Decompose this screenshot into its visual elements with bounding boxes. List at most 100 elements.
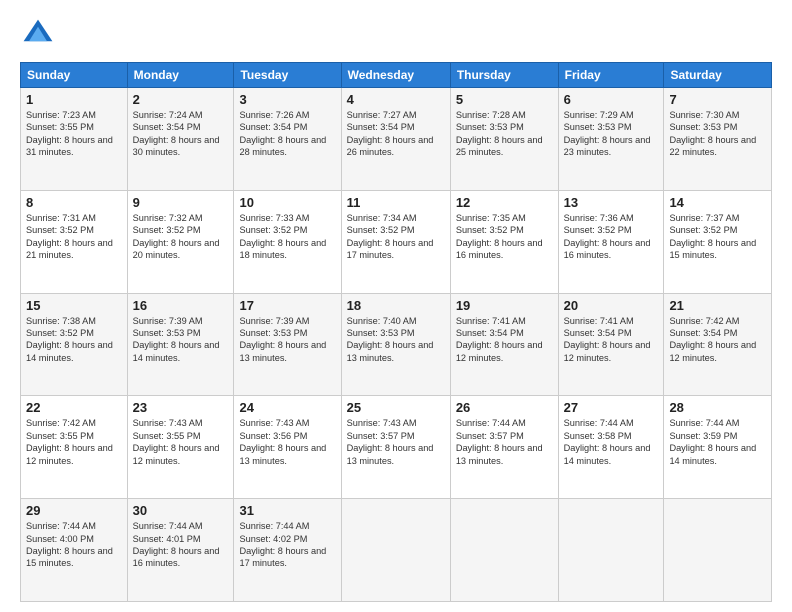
day-number: 10 bbox=[239, 195, 335, 210]
calendar-week-row: 29 Sunrise: 7:44 AM Sunset: 4:00 PM Dayl… bbox=[21, 499, 772, 602]
day-number: 20 bbox=[564, 298, 659, 313]
weekday-header: Saturday bbox=[664, 63, 772, 88]
day-info: Sunrise: 7:39 AM Sunset: 3:53 PM Dayligh… bbox=[239, 315, 335, 365]
calendar-cell: 19 Sunrise: 7:41 AM Sunset: 3:54 PM Dayl… bbox=[450, 293, 558, 396]
calendar-cell: 30 Sunrise: 7:44 AM Sunset: 4:01 PM Dayl… bbox=[127, 499, 234, 602]
day-number: 15 bbox=[26, 298, 122, 313]
day-info: Sunrise: 7:30 AM Sunset: 3:53 PM Dayligh… bbox=[669, 109, 766, 159]
weekday-header: Wednesday bbox=[341, 63, 450, 88]
calendar-cell: 26 Sunrise: 7:44 AM Sunset: 3:57 PM Dayl… bbox=[450, 396, 558, 499]
day-info: Sunrise: 7:32 AM Sunset: 3:52 PM Dayligh… bbox=[133, 212, 229, 262]
day-info: Sunrise: 7:34 AM Sunset: 3:52 PM Dayligh… bbox=[347, 212, 445, 262]
day-info: Sunrise: 7:39 AM Sunset: 3:53 PM Dayligh… bbox=[133, 315, 229, 365]
calendar-cell: 16 Sunrise: 7:39 AM Sunset: 3:53 PM Dayl… bbox=[127, 293, 234, 396]
calendar-cell bbox=[664, 499, 772, 602]
day-info: Sunrise: 7:27 AM Sunset: 3:54 PM Dayligh… bbox=[347, 109, 445, 159]
day-number: 24 bbox=[239, 400, 335, 415]
day-number: 25 bbox=[347, 400, 445, 415]
day-info: Sunrise: 7:44 AM Sunset: 3:58 PM Dayligh… bbox=[564, 417, 659, 467]
calendar-cell bbox=[450, 499, 558, 602]
calendar-cell: 3 Sunrise: 7:26 AM Sunset: 3:54 PM Dayli… bbox=[234, 88, 341, 191]
day-info: Sunrise: 7:29 AM Sunset: 3:53 PM Dayligh… bbox=[564, 109, 659, 159]
day-number: 16 bbox=[133, 298, 229, 313]
day-info: Sunrise: 7:44 AM Sunset: 4:01 PM Dayligh… bbox=[133, 520, 229, 570]
logo bbox=[20, 16, 60, 52]
calendar-cell: 12 Sunrise: 7:35 AM Sunset: 3:52 PM Dayl… bbox=[450, 190, 558, 293]
calendar-cell: 17 Sunrise: 7:39 AM Sunset: 3:53 PM Dayl… bbox=[234, 293, 341, 396]
day-info: Sunrise: 7:24 AM Sunset: 3:54 PM Dayligh… bbox=[133, 109, 229, 159]
weekday-header: Thursday bbox=[450, 63, 558, 88]
day-number: 21 bbox=[669, 298, 766, 313]
day-number: 7 bbox=[669, 92, 766, 107]
calendar-cell: 1 Sunrise: 7:23 AM Sunset: 3:55 PM Dayli… bbox=[21, 88, 128, 191]
calendar-cell: 4 Sunrise: 7:27 AM Sunset: 3:54 PM Dayli… bbox=[341, 88, 450, 191]
day-number: 1 bbox=[26, 92, 122, 107]
calendar-cell: 9 Sunrise: 7:32 AM Sunset: 3:52 PM Dayli… bbox=[127, 190, 234, 293]
logo-icon bbox=[20, 16, 56, 52]
calendar-cell: 28 Sunrise: 7:44 AM Sunset: 3:59 PM Dayl… bbox=[664, 396, 772, 499]
day-info: Sunrise: 7:23 AM Sunset: 3:55 PM Dayligh… bbox=[26, 109, 122, 159]
day-number: 6 bbox=[564, 92, 659, 107]
day-info: Sunrise: 7:43 AM Sunset: 3:56 PM Dayligh… bbox=[239, 417, 335, 467]
day-info: Sunrise: 7:42 AM Sunset: 3:54 PM Dayligh… bbox=[669, 315, 766, 365]
day-number: 18 bbox=[347, 298, 445, 313]
calendar-cell: 7 Sunrise: 7:30 AM Sunset: 3:53 PM Dayli… bbox=[664, 88, 772, 191]
calendar-cell: 13 Sunrise: 7:36 AM Sunset: 3:52 PM Dayl… bbox=[558, 190, 664, 293]
calendar-cell: 18 Sunrise: 7:40 AM Sunset: 3:53 PM Dayl… bbox=[341, 293, 450, 396]
calendar-cell: 14 Sunrise: 7:37 AM Sunset: 3:52 PM Dayl… bbox=[664, 190, 772, 293]
day-info: Sunrise: 7:44 AM Sunset: 3:57 PM Dayligh… bbox=[456, 417, 553, 467]
calendar-cell: 31 Sunrise: 7:44 AM Sunset: 4:02 PM Dayl… bbox=[234, 499, 341, 602]
day-number: 22 bbox=[26, 400, 122, 415]
day-number: 30 bbox=[133, 503, 229, 518]
day-number: 27 bbox=[564, 400, 659, 415]
calendar-cell: 25 Sunrise: 7:43 AM Sunset: 3:57 PM Dayl… bbox=[341, 396, 450, 499]
calendar-cell: 5 Sunrise: 7:28 AM Sunset: 3:53 PM Dayli… bbox=[450, 88, 558, 191]
day-number: 9 bbox=[133, 195, 229, 210]
calendar-cell: 20 Sunrise: 7:41 AM Sunset: 3:54 PM Dayl… bbox=[558, 293, 664, 396]
calendar-week-row: 8 Sunrise: 7:31 AM Sunset: 3:52 PM Dayli… bbox=[21, 190, 772, 293]
header bbox=[20, 16, 772, 52]
day-info: Sunrise: 7:44 AM Sunset: 4:00 PM Dayligh… bbox=[26, 520, 122, 570]
day-info: Sunrise: 7:36 AM Sunset: 3:52 PM Dayligh… bbox=[564, 212, 659, 262]
calendar-cell: 27 Sunrise: 7:44 AM Sunset: 3:58 PM Dayl… bbox=[558, 396, 664, 499]
day-info: Sunrise: 7:33 AM Sunset: 3:52 PM Dayligh… bbox=[239, 212, 335, 262]
calendar-cell bbox=[341, 499, 450, 602]
day-info: Sunrise: 7:37 AM Sunset: 3:52 PM Dayligh… bbox=[669, 212, 766, 262]
day-number: 2 bbox=[133, 92, 229, 107]
calendar-cell: 15 Sunrise: 7:38 AM Sunset: 3:52 PM Dayl… bbox=[21, 293, 128, 396]
day-number: 3 bbox=[239, 92, 335, 107]
calendar-table: SundayMondayTuesdayWednesdayThursdayFrid… bbox=[20, 62, 772, 602]
day-number: 13 bbox=[564, 195, 659, 210]
calendar-cell: 11 Sunrise: 7:34 AM Sunset: 3:52 PM Dayl… bbox=[341, 190, 450, 293]
calendar-header-row: SundayMondayTuesdayWednesdayThursdayFrid… bbox=[21, 63, 772, 88]
day-number: 17 bbox=[239, 298, 335, 313]
day-number: 11 bbox=[347, 195, 445, 210]
calendar-cell: 6 Sunrise: 7:29 AM Sunset: 3:53 PM Dayli… bbox=[558, 88, 664, 191]
calendar-body: 1 Sunrise: 7:23 AM Sunset: 3:55 PM Dayli… bbox=[21, 88, 772, 602]
calendar-cell: 23 Sunrise: 7:43 AM Sunset: 3:55 PM Dayl… bbox=[127, 396, 234, 499]
day-info: Sunrise: 7:35 AM Sunset: 3:52 PM Dayligh… bbox=[456, 212, 553, 262]
day-number: 31 bbox=[239, 503, 335, 518]
day-number: 5 bbox=[456, 92, 553, 107]
day-info: Sunrise: 7:40 AM Sunset: 3:53 PM Dayligh… bbox=[347, 315, 445, 365]
day-number: 23 bbox=[133, 400, 229, 415]
weekday-header: Monday bbox=[127, 63, 234, 88]
day-info: Sunrise: 7:41 AM Sunset: 3:54 PM Dayligh… bbox=[456, 315, 553, 365]
day-number: 8 bbox=[26, 195, 122, 210]
day-number: 28 bbox=[669, 400, 766, 415]
day-info: Sunrise: 7:44 AM Sunset: 4:02 PM Dayligh… bbox=[239, 520, 335, 570]
calendar-cell: 10 Sunrise: 7:33 AM Sunset: 3:52 PM Dayl… bbox=[234, 190, 341, 293]
weekday-header: Sunday bbox=[21, 63, 128, 88]
day-info: Sunrise: 7:31 AM Sunset: 3:52 PM Dayligh… bbox=[26, 212, 122, 262]
calendar-cell: 24 Sunrise: 7:43 AM Sunset: 3:56 PM Dayl… bbox=[234, 396, 341, 499]
page: SundayMondayTuesdayWednesdayThursdayFrid… bbox=[0, 0, 792, 612]
day-number: 12 bbox=[456, 195, 553, 210]
day-number: 14 bbox=[669, 195, 766, 210]
day-info: Sunrise: 7:26 AM Sunset: 3:54 PM Dayligh… bbox=[239, 109, 335, 159]
calendar-cell: 22 Sunrise: 7:42 AM Sunset: 3:55 PM Dayl… bbox=[21, 396, 128, 499]
day-info: Sunrise: 7:41 AM Sunset: 3:54 PM Dayligh… bbox=[564, 315, 659, 365]
calendar-week-row: 15 Sunrise: 7:38 AM Sunset: 3:52 PM Dayl… bbox=[21, 293, 772, 396]
day-info: Sunrise: 7:43 AM Sunset: 3:57 PM Dayligh… bbox=[347, 417, 445, 467]
day-info: Sunrise: 7:28 AM Sunset: 3:53 PM Dayligh… bbox=[456, 109, 553, 159]
day-info: Sunrise: 7:43 AM Sunset: 3:55 PM Dayligh… bbox=[133, 417, 229, 467]
